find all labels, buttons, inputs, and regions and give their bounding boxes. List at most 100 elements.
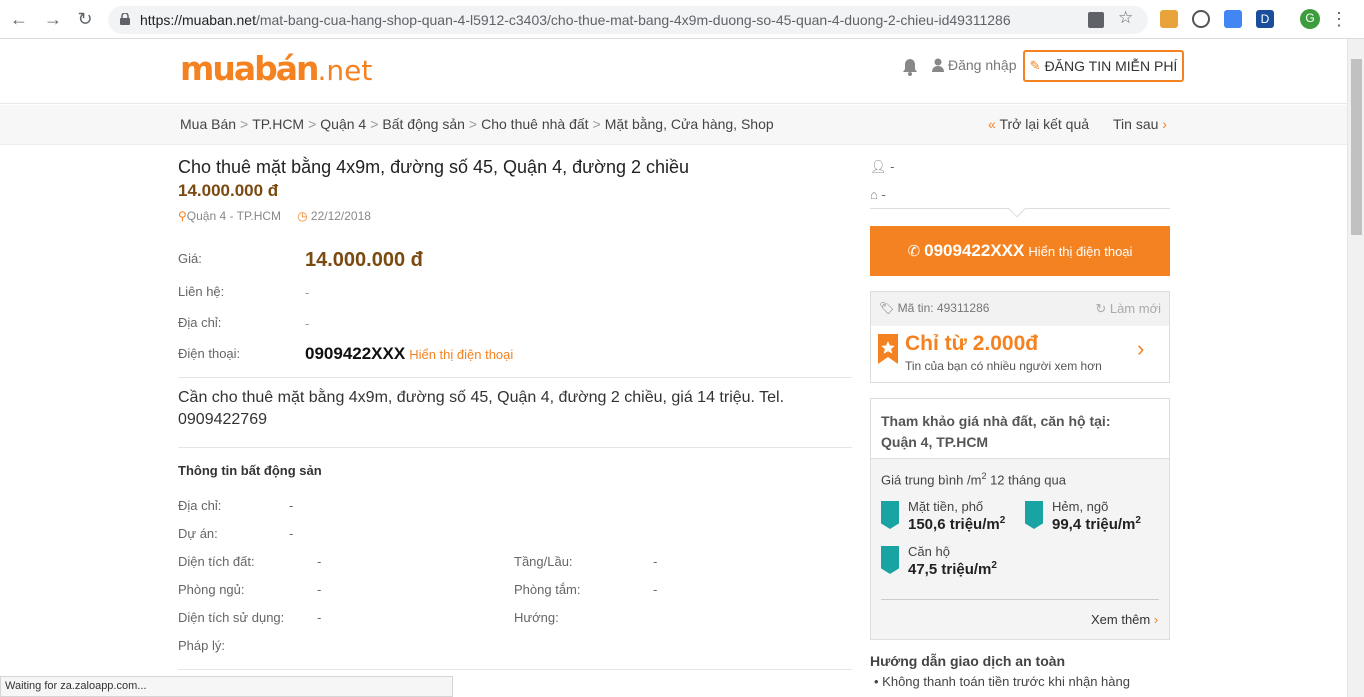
show-phone-button[interactable]: ✆ 0909422XXX Hiển thị điện thoại: [870, 226, 1170, 276]
phone-icon: ✆: [907, 243, 921, 260]
listing-title: Cho thuê mặt bằng 4x9m, đường số 45, Quậ…: [178, 157, 690, 177]
see-more-link[interactable]: Xem thêm ›: [1091, 612, 1158, 627]
post-free-label: ĐĂNG TIN MIỄN PHÍ: [1044, 58, 1178, 74]
phone-number: 0909422XXX: [305, 344, 406, 363]
breadcrumb-item[interactable]: Quận 4: [320, 116, 366, 132]
back-to-results-link[interactable]: « Trở lại kết quả: [988, 116, 1089, 132]
listing-description: Cần cho thuê mặt bằng 4x9m, đường số 45,…: [178, 389, 785, 428]
site-logo[interactable]: muabán.net: [180, 49, 372, 88]
next-listing-link[interactable]: Tin sau ›: [1113, 116, 1167, 132]
login-link[interactable]: Đăng nhập: [932, 57, 1017, 73]
chevron-right-icon: ›: [1162, 116, 1167, 132]
prop-bath-value: -: [653, 582, 658, 597]
listing-meta: ⚲Quận 4 - TP.HCM ◷ 22/12/2018: [178, 209, 371, 223]
profile-avatar[interactable]: G: [1300, 9, 1320, 29]
promo-box[interactable]: 🏷︎ Mã tin: 49311286 ↻ Làm mới Chỉ từ 2.0…: [870, 291, 1170, 383]
building-icon: [881, 546, 899, 574]
prop-bed-label: Phòng ngủ:: [178, 582, 245, 597]
ref-street-label: Mặt tiền, phố: [908, 499, 984, 514]
breadcrumb-item[interactable]: Mặt bằng, Cửa hàng, Shop: [605, 116, 774, 132]
chevron-right-icon: ›: [1137, 336, 1145, 361]
next-listing-label: Tin sau: [1113, 116, 1159, 132]
prop-direction-label: Hướng:: [514, 610, 559, 625]
ref-alley-label: Hẻm, ngõ: [1052, 499, 1109, 514]
prop-project-value: -: [289, 526, 294, 541]
address-bar[interactable]: https://muaban.net/mat-bang-cua-hang-sho…: [108, 6, 1148, 34]
prop-floor-value: -: [653, 554, 658, 569]
url-path: /mat-bang-cua-hang-shop-quan-4-l5912-c34…: [255, 12, 1011, 28]
breadcrumb-item[interactable]: Mua Bán: [180, 116, 236, 132]
extension-translate-icon[interactable]: [1224, 10, 1242, 28]
refresh-label: Làm mới: [1109, 301, 1161, 316]
breadcrumb: Mua Bán > TP.HCM > Quận 4 > Bất động sản > Cho t…: [180, 116, 774, 132]
breadcrumb-item[interactable]: TP.HCM: [252, 116, 304, 132]
seller-address: -: [881, 187, 886, 202]
prop-use-label: Diện tích sử dụng:: [178, 610, 285, 625]
address-label: Địa chỉ:: [178, 315, 222, 330]
safe-trade-item: • Không thanh toán tiền trước khi nhận h…: [874, 674, 1130, 689]
address-value: -: [305, 316, 310, 331]
post-free-button[interactable]: ✎ ĐĂNG TIN MIỄN PHÍ: [1023, 50, 1184, 82]
prop-project-label: Dự án:: [178, 526, 218, 541]
pencil-icon: ✎: [1029, 58, 1041, 73]
ref-average-tail: 12 tháng qua: [986, 472, 1066, 488]
extension-bookmarks-icon[interactable]: [1160, 10, 1178, 28]
menu-kebab-icon[interactable]: ⋮: [1328, 8, 1350, 30]
bookmark-star-icon[interactable]: ☆: [1118, 8, 1133, 28]
ref-place: Quận 4, TP.HCM: [881, 434, 989, 450]
speech-pointer: [1008, 200, 1026, 218]
call-label: Hiển thị điện thoại: [1028, 243, 1133, 259]
status-bar: Waiting for za.zaloapp.com...: [0, 676, 453, 697]
phone-label: Điện thoại:: [178, 346, 241, 361]
breadcrumb-item[interactable]: Bất động sản: [382, 116, 465, 132]
reload-icon[interactable]: ↻: [74, 8, 96, 30]
unit-sup: 2: [1135, 515, 1141, 526]
double-chevron-left-icon: «: [988, 116, 996, 132]
seller-address-row: ⌂ -: [870, 187, 886, 202]
lock-icon: [120, 13, 130, 25]
user-icon: 👤︎: [870, 159, 887, 174]
ref-average-label: Giá trung bình /m: [881, 472, 982, 488]
chevron-right-icon: ›: [1153, 612, 1159, 627]
page-scrollbar[interactable]: [1347, 39, 1364, 697]
browser-toolbar: ← → ↻ https://muaban.net/mat-bang-cua-ha…: [0, 0, 1364, 39]
divider: [881, 599, 1159, 600]
logo-net: .net: [317, 54, 373, 87]
price-reference-box: Tham khảo giá nhà đất, căn hộ tại: Quận 4…: [870, 398, 1170, 640]
listing-id: Mã tin: 49311286: [897, 301, 990, 315]
ref-apartment-value: 47,5 triệu/m: [908, 561, 992, 578]
breadcrumb-item[interactable]: Cho thuê nhà đất: [481, 116, 588, 132]
tag-icon: 🏷︎: [879, 301, 895, 315]
site-header: muabán.net Đăng nhập ✎ ĐĂNG TIN MIỄN PHÍ: [0, 39, 1347, 104]
clock-icon: ◷: [297, 209, 308, 223]
show-phone-link[interactable]: Hiển thị điện thoại: [409, 347, 513, 362]
prop-address-value: -: [289, 498, 294, 513]
promo-headline: Chỉ từ 2.000đ: [905, 332, 1039, 355]
refresh-icon: ↻: [1095, 301, 1107, 316]
divider: [178, 669, 852, 670]
extension-d-icon[interactable]: D: [1256, 10, 1274, 28]
prop-use-value: -: [317, 610, 322, 625]
url-host: https://muaban.net: [140, 12, 256, 28]
location-pin-icon: ⚲: [178, 209, 187, 223]
scrollbar-thumb[interactable]: [1351, 59, 1362, 235]
forward-icon[interactable]: →: [42, 8, 64, 30]
prop-legal-label: Pháp lý:: [178, 638, 225, 653]
prop-address-label: Địa chỉ:: [178, 498, 222, 513]
breadcrumb-bar: Mua Bán > TP.HCM > Quận 4 > Bất động sản > Cho t…: [0, 105, 1347, 145]
extension-circle-icon[interactable]: [1192, 10, 1210, 28]
prop-land-label: Diện tích đất:: [178, 554, 255, 569]
listing-date: 22/12/2018: [310, 209, 371, 223]
refresh-link[interactable]: ↻ Làm mới: [1095, 301, 1161, 317]
ref-apartment-label: Căn hộ: [908, 544, 950, 559]
bell-icon[interactable]: [902, 58, 918, 76]
login-label: Đăng nhập: [948, 57, 1017, 73]
back-to-results-label: Trở lại kết quả: [999, 116, 1090, 132]
prop-bed-value: -: [317, 582, 322, 597]
promo-subtext: Tin của bạn có nhiều người xem hơn: [905, 359, 1102, 373]
back-icon[interactable]: ←: [8, 8, 30, 30]
ribbon-star-icon: [878, 334, 898, 364]
price-label: Giá:: [178, 251, 202, 266]
translate-icon[interactable]: [1088, 12, 1104, 28]
ref-title: Tham khảo giá nhà đất, căn hộ tại:: [881, 413, 1111, 429]
